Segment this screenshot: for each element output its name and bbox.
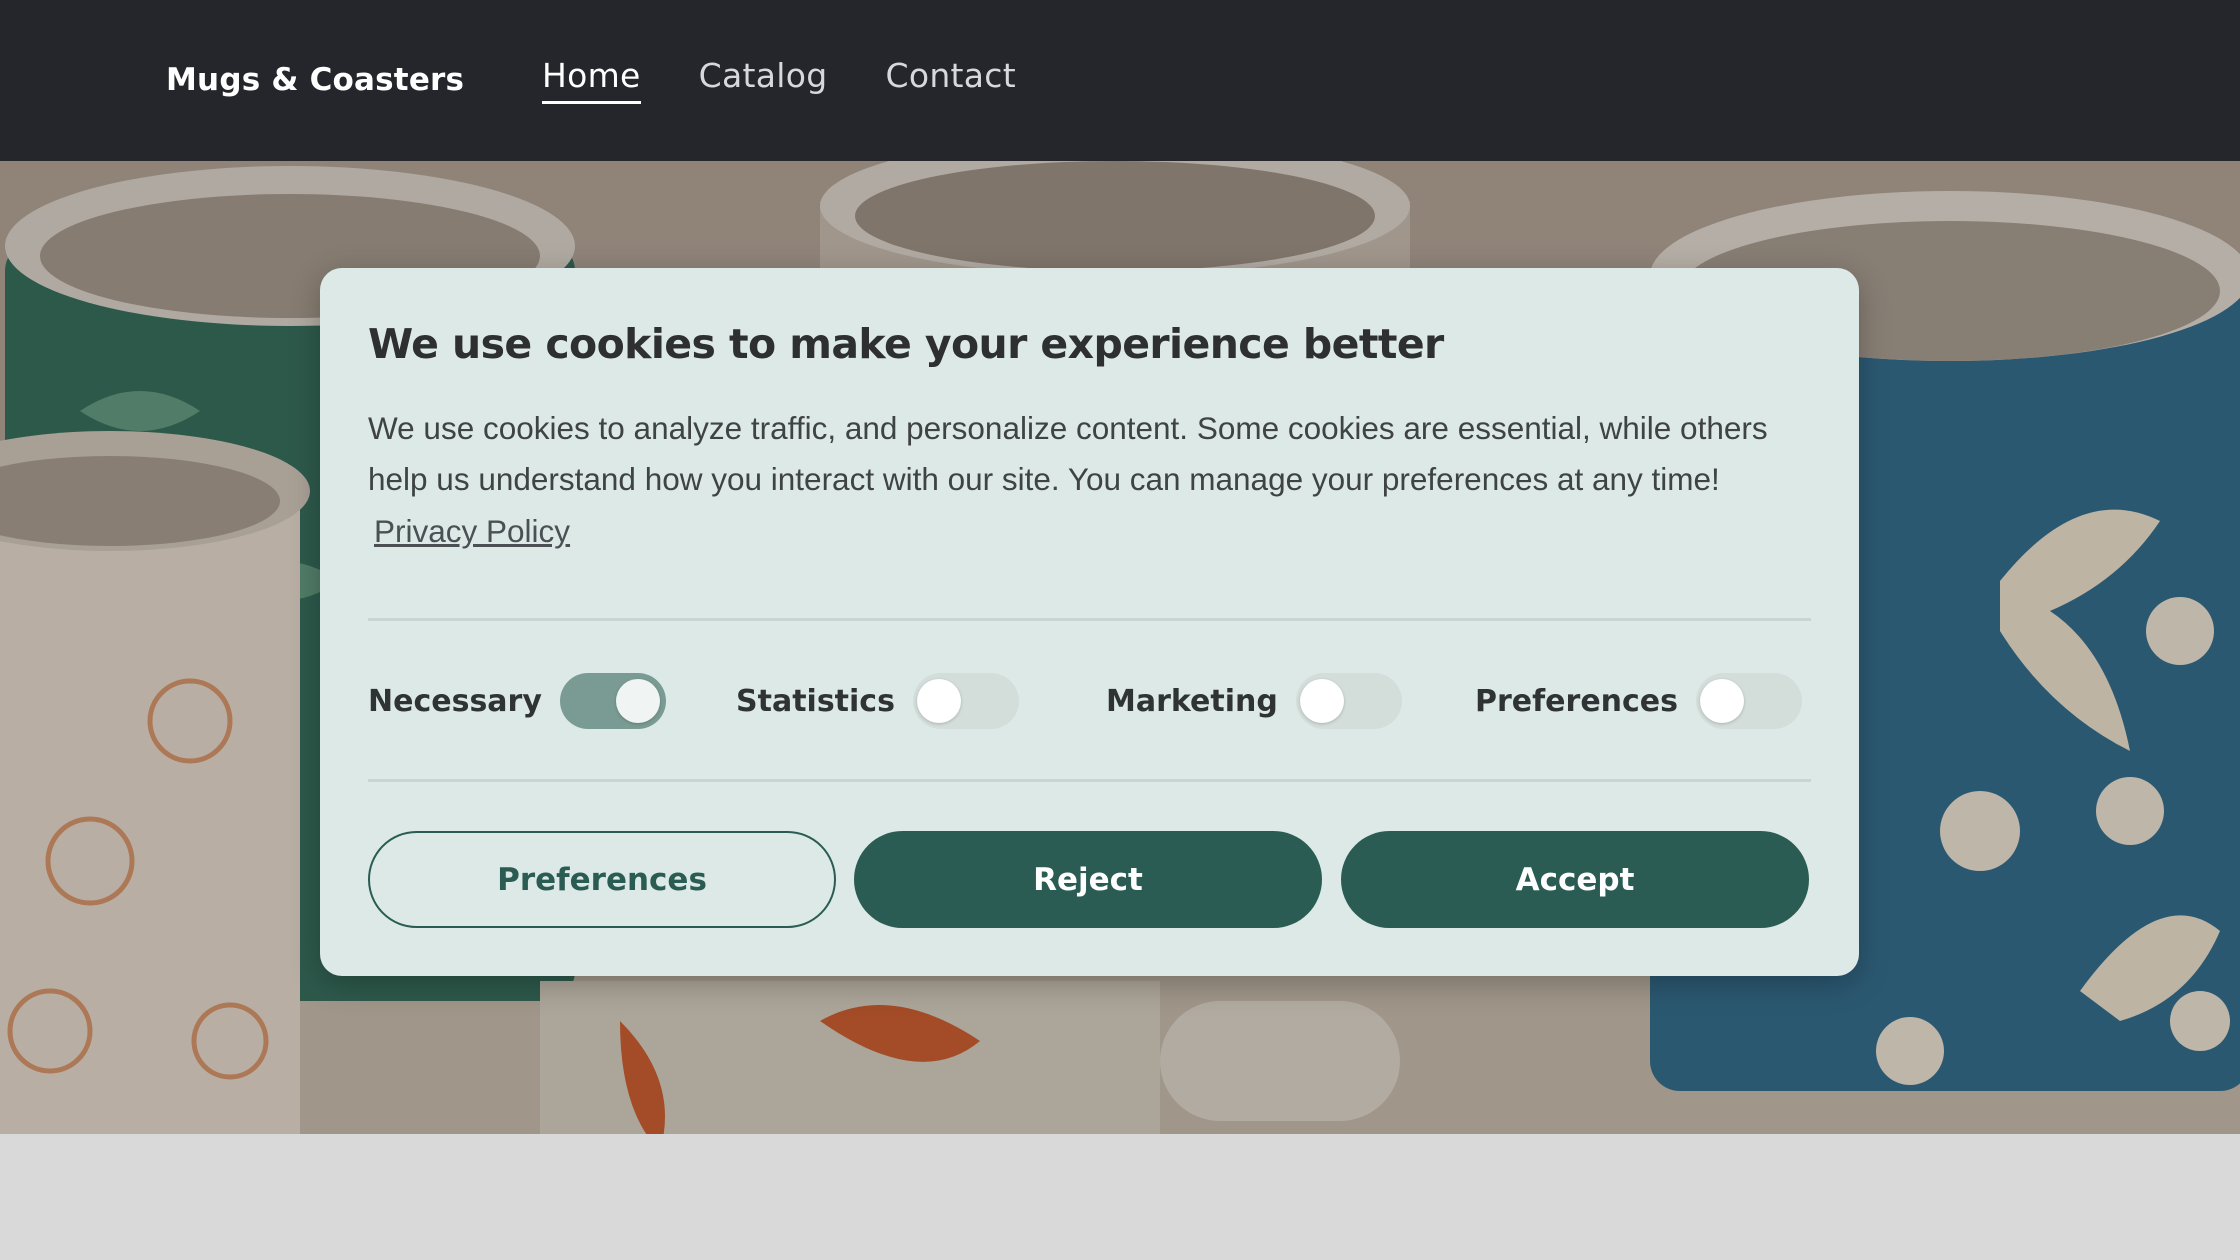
toggle-preferences-switch[interactable] — [1696, 673, 1803, 729]
cookie-dialog-title: We use cookies to make your experience b… — [368, 320, 1444, 368]
main-nav: Home Catalog Contact — [542, 56, 1016, 104]
site-header: Mugs & Coasters Home Catalog Contact — [0, 0, 2240, 161]
toggle-statistics-group: Statistics — [736, 671, 1019, 731]
toggle-knob — [615, 679, 660, 723]
cookie-dialog-body: We use cookies to analyze traffic, and p… — [368, 410, 1768, 497]
toggle-necessary-group: Necessary — [368, 671, 666, 731]
privacy-policy-link[interactable]: Privacy Policy — [374, 513, 570, 550]
toggle-preferences-group: Preferences — [1475, 671, 1803, 731]
toggle-preferences-label: Preferences — [1475, 683, 1679, 719]
preferences-button[interactable]: Preferences — [368, 831, 836, 928]
divider — [368, 618, 1811, 621]
toggle-statistics-label: Statistics — [736, 683, 895, 719]
toggle-necessary-switch[interactable] — [559, 673, 666, 729]
divider — [368, 779, 1811, 782]
toggle-marketing-label: Marketing — [1106, 683, 1278, 719]
nav-catalog[interactable]: Catalog — [699, 56, 828, 104]
toggle-knob — [1700, 679, 1745, 723]
cookie-toggles: Necessary Statistics Marketing Preferenc… — [368, 671, 1811, 731]
reject-button[interactable]: Reject — [854, 831, 1322, 928]
nav-contact[interactable]: Contact — [886, 56, 1017, 104]
site-logo[interactable]: Mugs & Coasters — [166, 62, 464, 98]
toggle-knob — [1299, 679, 1344, 723]
toggle-knob — [916, 679, 961, 723]
toggle-marketing-switch[interactable] — [1295, 673, 1402, 729]
cookie-consent-dialog: We use cookies to make your experience b… — [320, 268, 1859, 976]
page-footer-area — [0, 1134, 2240, 1260]
nav-home[interactable]: Home — [542, 56, 641, 104]
accept-button[interactable]: Accept — [1341, 831, 1809, 928]
toggle-marketing-group: Marketing — [1106, 671, 1402, 731]
toggle-statistics-switch[interactable] — [912, 673, 1019, 729]
toggle-necessary-label: Necessary — [368, 683, 542, 719]
